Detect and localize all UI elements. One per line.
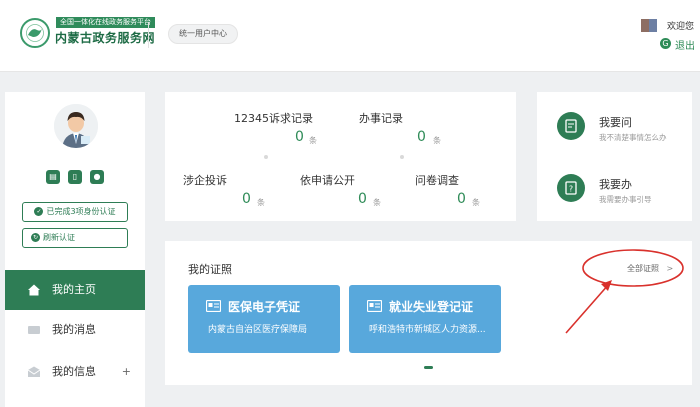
certificate-icon [206,300,221,312]
complaints-value[interactable]: 0 [295,129,304,145]
refresh-label: 刷新认证 [43,233,75,242]
all-certificates-link[interactable]: 全部证照 > [627,263,673,274]
welcome-text: 欢迎您 [667,22,695,32]
affairs-label[interactable]: 办事记录 [359,110,403,126]
all-certificates-label: 全部证照 [627,264,659,273]
home-icon [28,284,40,296]
chevron-right-icon: > [666,264,674,273]
enterprise-value[interactable]: 0 [242,191,251,207]
message-icon [28,326,40,334]
nav-item-messages[interactable]: 我的消息 [5,310,145,350]
handle-action[interactable]: ? 我要办 我需要办事引导 [537,164,692,214]
top-header: 全国一体化在线政务服务平台 内蒙古政务服务网 统一用户中心 欢迎您 G 退出 [0,0,700,72]
carousel-indicator[interactable] [424,366,433,369]
phone-icon[interactable]: ▯ [68,170,82,184]
survey-label[interactable]: 问卷调查 [415,172,459,188]
user-center-button[interactable]: 统一用户中心 [168,24,238,44]
platform-tag: 全国一体化在线政务服务平台 [56,17,155,28]
certificates-title: 我的证照 [188,263,232,276]
certificate-card[interactable]: 就业失业登记证 呼和浩特市新城区人力资源... [349,285,501,353]
logout-link[interactable]: 退出 [675,37,695,52]
ask-icon [557,112,585,140]
complaints-unit: 条 [309,136,317,145]
lock-icon[interactable]: ● [90,170,104,184]
enterprise-unit: 条 [257,198,265,207]
svg-text:?: ? [569,185,573,194]
certificate-issuer: 内蒙古自治区医疗保障局 [208,325,308,335]
ask-title: 我要问 [599,116,632,129]
survey-unit: 条 [472,198,480,207]
nav-label: 我的信息 [52,365,96,378]
refresh-auth-button[interactable]: ↻ 刷新认证 [22,228,128,248]
certificate-title: 就业失业登记证 [389,300,474,314]
disclosure-label[interactable]: 依申请公开 [300,172,355,188]
nav-label: 我的主页 [52,283,96,296]
affairs-value[interactable]: 0 [417,129,426,145]
records-card: 12345诉求记录 0 条 办事记录 0 条 涉企投诉 0 条 依申请公开 0 … [165,92,516,221]
certificate-icon [367,300,382,312]
nav-label: 我的消息 [52,323,96,336]
site-logo-icon[interactable] [20,18,50,48]
info-icon [27,366,41,377]
nav-item-info[interactable]: 我的信息 + [5,352,145,392]
quick-actions-card: 我要问 我不清楚事情怎么办 ? 我要办 我需要办事引导 [537,92,692,221]
disclosure-unit: 条 [373,198,381,207]
ask-action[interactable]: 我要问 我不清楚事情怎么办 [537,102,692,152]
certificate-title: 医保电子凭证 [228,300,301,314]
enterprise-label[interactable]: 涉企投诉 [183,172,227,188]
site-title[interactable]: 内蒙古政务服务网 [55,29,155,46]
verified-status-button[interactable]: ✓ 已完成3项身份认证 [22,202,128,222]
handle-subtitle: 我需要办事引导 [599,195,652,204]
refresh-icon: ↻ [31,233,40,242]
check-icon: ✓ [34,207,44,216]
logout-icon[interactable]: G [660,38,671,49]
ask-subtitle: 我不清楚事情怎么办 [599,133,667,142]
handle-icon: ? [557,174,585,202]
handle-title: 我要办 [599,178,632,191]
user-avatar[interactable] [641,19,657,32]
survey-value[interactable]: 0 [457,191,466,207]
profile-avatar [54,104,98,148]
verified-label: 已完成3项身份认证 [46,207,116,216]
nav-item-home[interactable]: 我的主页 [5,270,145,310]
expand-icon[interactable]: + [122,352,131,392]
sidebar: ▤ ▯ ● ✓ 已完成3项身份认证 ↻ 刷新认证 我的主页 我的消息 我的信息 + [5,92,145,407]
certificate-card[interactable]: 医保电子凭证 内蒙古自治区医疗保障局 [188,285,340,353]
disclosure-value[interactable]: 0 [358,191,367,207]
complaints-label[interactable]: 12345诉求记录 [234,110,313,126]
header-divider [148,22,149,48]
affairs-unit: 条 [433,136,441,145]
certificate-issuer: 呼和浩特市新城区人力资源... [369,325,486,335]
id-card-icon[interactable]: ▤ [46,170,60,184]
divider-dot [264,155,268,159]
divider-dot [400,155,404,159]
